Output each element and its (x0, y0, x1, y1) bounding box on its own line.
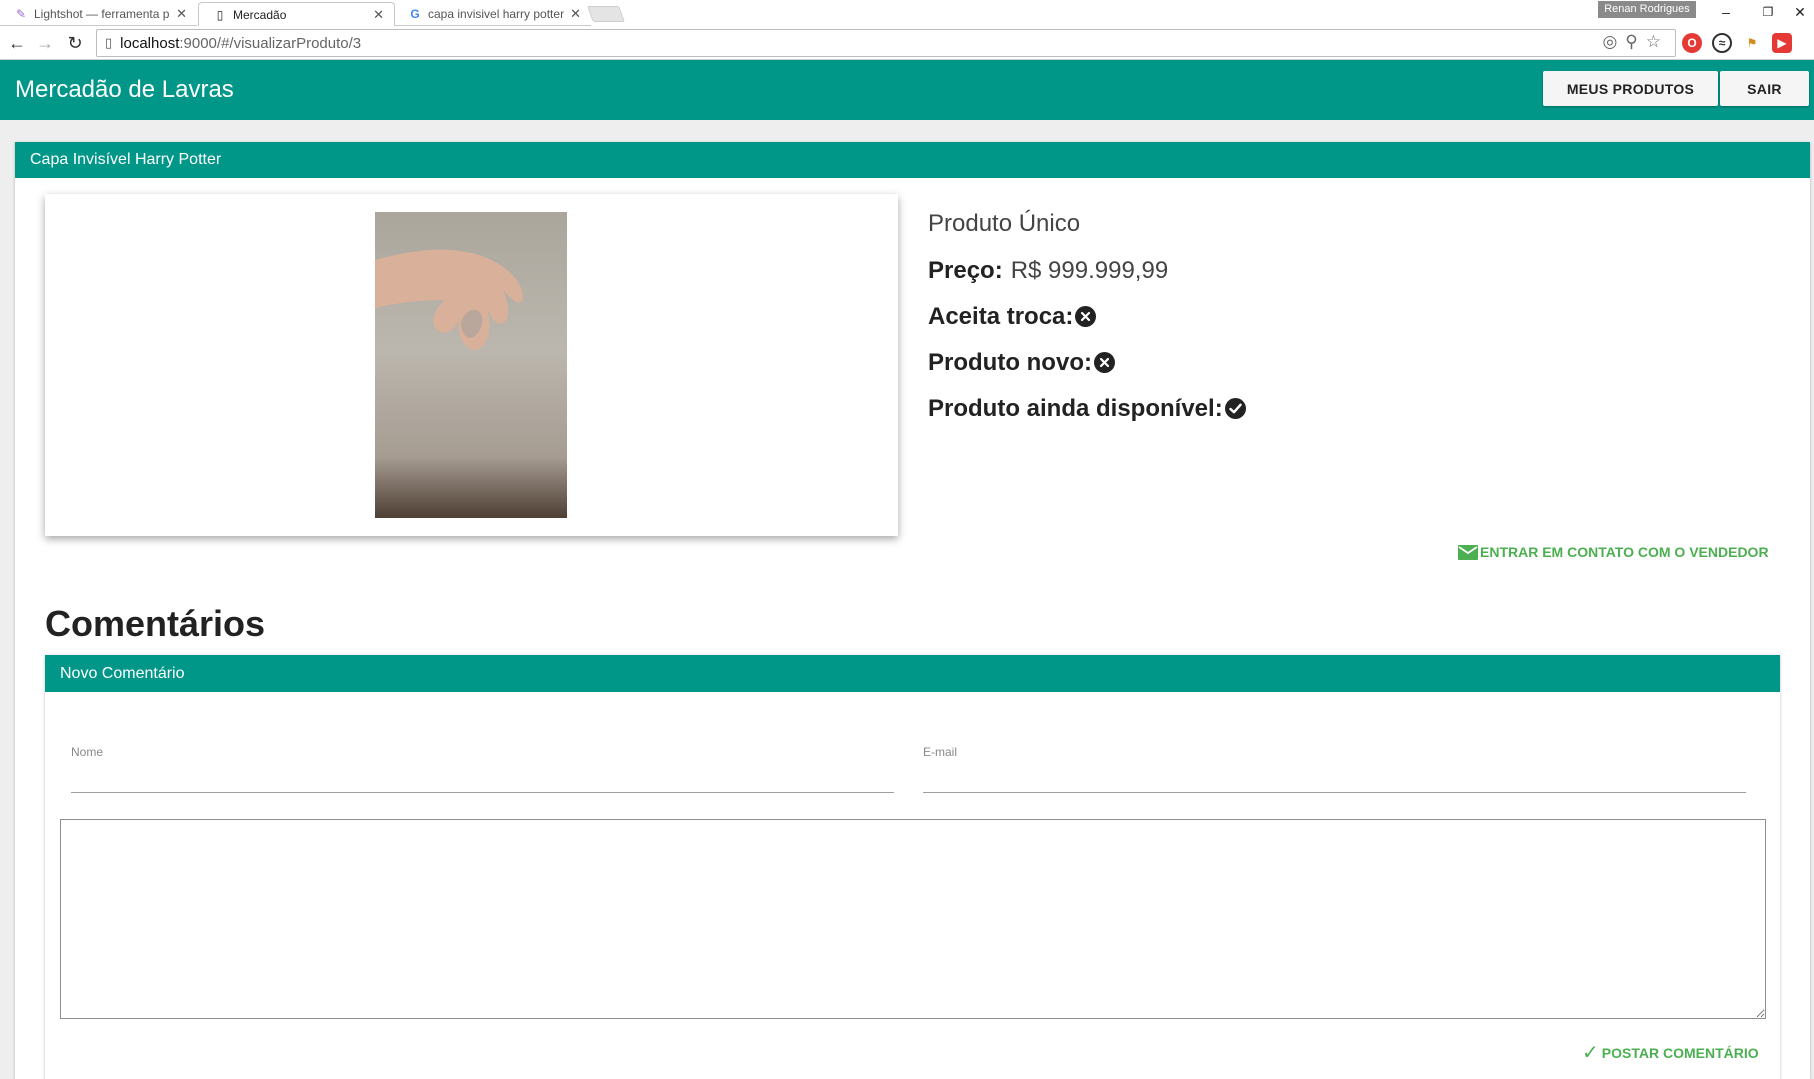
check-icon: ✓ (1582, 1042, 1599, 1064)
close-window-icon[interactable]: ✕ (1786, 0, 1814, 24)
address-bar-area: ← → ↻ ▯ localhost:9000/#/visualizarProdu… (0, 26, 1814, 60)
price-row: Preço: R$ 999.999,99 (928, 257, 1246, 284)
profile-badge[interactable]: Renan Rodrigues (1598, 1, 1696, 18)
email-input[interactable] (923, 765, 1746, 793)
my-products-button[interactable]: MEUS PRODUTOS (1543, 71, 1718, 106)
available-row: Produto ainda disponível: (928, 395, 1246, 422)
post-comment-button[interactable]: ✓ POSTAR COMENTÁRIO (1582, 1042, 1759, 1064)
omnibox-action-icons[interactable]: ◎⚲☆ (1602, 32, 1669, 52)
hand-illustration (375, 212, 567, 518)
product-name: Produto Único (928, 210, 1081, 237)
price-value: R$ 999.999,99 (1010, 256, 1169, 284)
forward-icon[interactable]: → (32, 30, 58, 56)
tab-close-icon[interactable]: ✕ (570, 6, 581, 22)
is-new-row: Produto novo: (928, 349, 1246, 376)
email-label: E-mail (923, 745, 958, 759)
available-label: Produto ainda disponível: (928, 394, 1223, 422)
bookmark-icon[interactable]: ⚑ (1742, 33, 1762, 53)
product-card-header: Capa Invisível Harry Potter (15, 142, 1810, 178)
page-icon: ▯ (105, 35, 113, 50)
opera-icon[interactable]: O (1682, 33, 1702, 53)
browser-tabstrip: ✎ Lightshot — ferramenta p ✕ ▯ Mercadão … (0, 0, 1814, 26)
url-path: :9000/#/visualizarProduto/3 (179, 34, 362, 52)
mail-icon (1458, 544, 1478, 560)
new-comment-card: Novo Comentário Nome E-mail ✓ POSTAR COM… (45, 655, 1780, 1079)
comment-textarea[interactable] (60, 819, 1766, 1019)
app-title[interactable]: Mercadão de Lavras (15, 76, 234, 104)
extension-toolbar: O ≈ ⚑ ▶ (1682, 30, 1792, 56)
tab-title: Mercadão (233, 7, 287, 22)
google-icon: G (410, 6, 420, 21)
contact-seller-label: ENTRAR EM CONTATO COM O VENDEDOR (1480, 544, 1769, 560)
extension-icon[interactable]: ▶ (1772, 33, 1792, 53)
tab-close-icon[interactable]: ✕ (176, 6, 187, 22)
browser-tab-google[interactable]: G capa invisivel harry potter ✕ (394, 2, 591, 26)
browser-tab-lightshot[interactable]: ✎ Lightshot — ferramenta p ✕ (0, 2, 197, 26)
price-label: Preço: (928, 256, 1003, 284)
product-image-card (45, 194, 898, 536)
product-info: Produto Único Preço: R$ 999.999,99 Aceit… (928, 210, 1246, 422)
app-bar: Mercadão de Lavras MEUS PRODUTOS SAIR (0, 60, 1814, 120)
url-host: localhost (120, 34, 180, 52)
reload-icon[interactable]: ↻ (62, 30, 88, 56)
restore-icon[interactable]: ❐ (1750, 0, 1786, 24)
cancel-circle-icon (1093, 352, 1115, 373)
accepts-trade-label: Aceita troca: (928, 302, 1074, 330)
product-card: Capa Invisível Harry Potter Produto Únic… (15, 142, 1810, 1079)
name-label: Nome (71, 745, 104, 759)
name-field: Nome (71, 745, 894, 795)
page-icon: ▯ (216, 7, 224, 22)
new-comment-header: Novo Comentário (45, 655, 1780, 692)
product-image (375, 212, 567, 518)
email-field: E-mail (923, 745, 1746, 795)
sync-icon[interactable]: ≈ (1712, 33, 1732, 53)
contact-seller-button[interactable]: ENTRAR EM CONTATO COM O VENDEDOR (1458, 540, 1769, 564)
tab-title: Lightshot — ferramenta p (34, 6, 170, 21)
url-bar[interactable]: ▯ localhost:9000/#/visualizarProduto/3 ◎… (96, 29, 1676, 57)
tab-title: capa invisivel harry potter (428, 6, 565, 21)
comments-title: Comentários (45, 603, 266, 644)
post-comment-label: POSTAR COMENTÁRIO (1601, 1045, 1759, 1061)
accepts-trade-row: Aceita troca: (928, 303, 1246, 330)
logout-button[interactable]: SAIR (1720, 71, 1809, 106)
browser-tab-mercadao[interactable]: ▯ Mercadão ✕ (198, 2, 395, 26)
tab-close-icon[interactable]: ✕ (373, 7, 384, 23)
pen-icon: ✎ (15, 6, 27, 21)
name-input[interactable] (71, 765, 894, 793)
cancel-circle-icon (1075, 306, 1097, 327)
is-new-label: Produto novo: (928, 348, 1092, 376)
back-icon[interactable]: ← (4, 30, 30, 56)
minimize-icon[interactable]: – (1708, 0, 1744, 24)
check-circle-icon (1224, 398, 1246, 419)
new-tab-button[interactable] (587, 6, 625, 22)
